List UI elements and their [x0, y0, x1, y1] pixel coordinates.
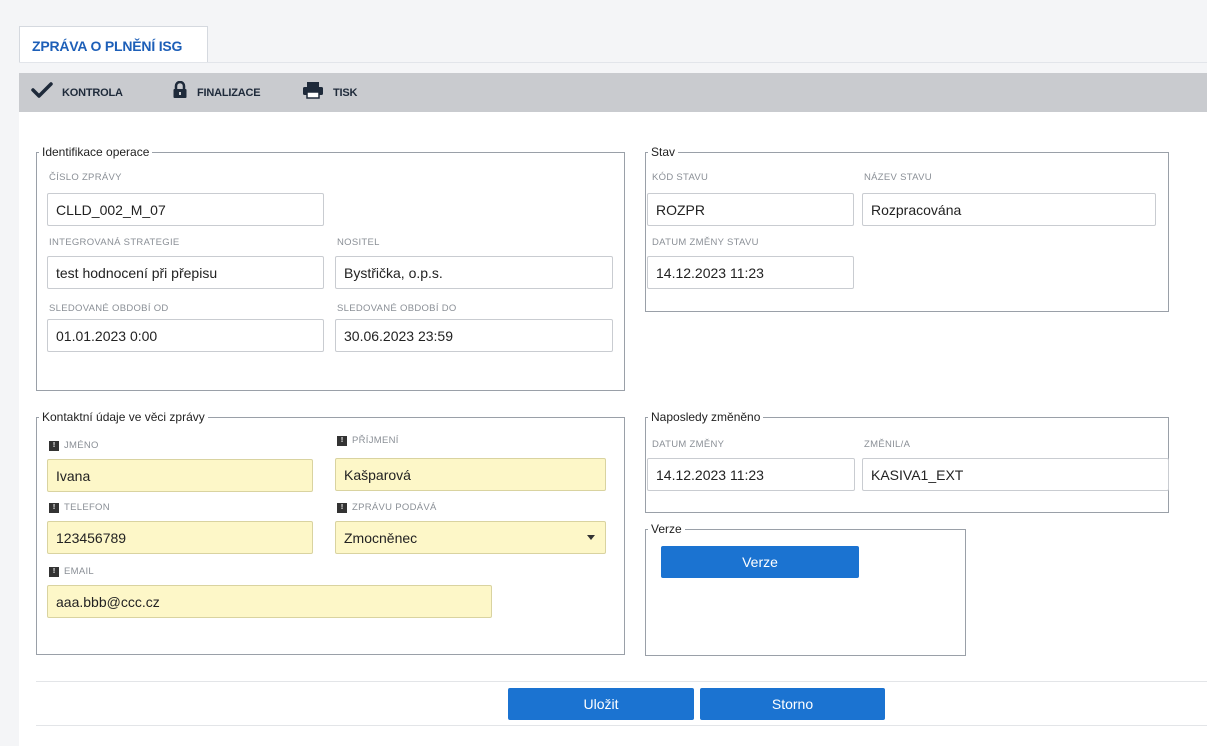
datum-zmeny-field[interactable]: 14.12.2023 11:23 [647, 458, 855, 491]
cislo-zpravy-field[interactable]: CLLD_002_M_07 [47, 193, 324, 226]
email-input[interactable]: aaa.bbb@ccc.cz [47, 585, 492, 618]
datum-zmeny-label: DATUM ZMĚNY [652, 439, 725, 450]
strategie-field[interactable]: test hodnocení při přepisu [47, 256, 324, 289]
nositel-field[interactable]: Bystřička, o.p.s. [335, 256, 613, 289]
datum-zmeny-stavu-label: DATUM ZMĚNY STAVU [652, 237, 759, 248]
required-icon: ! [337, 435, 347, 446]
tab-title: ZPRÁVA O PLNĚNÍ ISG [32, 38, 183, 54]
stav-legend: Stav [651, 145, 676, 159]
nositel-label: NOSITEL [337, 237, 380, 248]
zpravu-podava-value: Zmocněnec [344, 529, 418, 546]
finalizace-button[interactable]: FINALIZACE [172, 73, 261, 112]
email-label: ! EMAIL [49, 566, 94, 577]
obdobi-do-label: SLEDOVANÉ OBDOBÍ DO [337, 303, 457, 314]
required-icon: ! [49, 440, 59, 451]
obdobi-od-label: SLEDOVANÉ OBDOBÍ OD [49, 303, 169, 314]
prijmeni-input[interactable]: Kašparová [335, 458, 606, 491]
cancel-button[interactable]: Storno [700, 688, 885, 720]
zmenil-label: ZMĚNIL/A [864, 439, 911, 450]
kod-stavu-field[interactable]: ROZPR [647, 193, 854, 226]
nazev-stavu-field[interactable]: Rozpracována [862, 193, 1156, 226]
tisk-button[interactable]: TISK [302, 73, 357, 112]
tisk-label: TISK [333, 86, 358, 99]
jmeno-input[interactable]: Ivana [47, 459, 313, 492]
obdobi-od-field[interactable]: 01.01.2023 0:00 [47, 319, 324, 352]
telefon-input[interactable]: 123456789 [47, 521, 313, 554]
tab-divider [19, 62, 1207, 63]
zpravu-podava-label: ! ZPRÁVU PODÁVÁ [337, 502, 437, 513]
zmenil-field[interactable]: KASIVA1_EXT [862, 458, 1169, 491]
lock-icon [172, 80, 188, 104]
footer-divider-top [36, 681, 1207, 682]
kontrola-button[interactable]: KONTROLA [31, 73, 123, 112]
obdobi-do-field[interactable]: 30.06.2023 23:59 [335, 319, 613, 352]
strategie-label: INTEGROVANÁ STRATEGIE [49, 237, 180, 248]
save-button[interactable]: Uložit [508, 688, 694, 720]
nazev-stavu-label: NÁZEV STAVU [864, 172, 932, 183]
tab-zprava-o-plneni[interactable]: ZPRÁVA O PLNĚNÍ ISG [19, 26, 208, 63]
telefon-label: ! TELEFON [49, 502, 110, 513]
zpravu-podava-select[interactable]: Zmocněnec [335, 521, 606, 554]
kontakt-legend: Kontaktní údaje ve věci zprávy [42, 410, 205, 424]
prijmeni-label: ! PŘÍJMENÍ [337, 435, 399, 446]
required-icon: ! [49, 502, 59, 513]
finalizace-label: FINALIZACE [197, 86, 261, 99]
datum-zmeny-stavu-field[interactable]: 14.12.2023 11:23 [647, 256, 854, 289]
kod-stavu-label: KÓD STAVU [652, 172, 709, 183]
required-icon: ! [49, 566, 59, 577]
printer-icon [302, 81, 324, 104]
zmeneno-legend: Naposledy změněno [651, 410, 761, 424]
kontrola-label: KONTROLA [62, 86, 123, 99]
verze-button[interactable]: Verze [661, 546, 859, 578]
jmeno-label: ! JMÉNO [49, 440, 99, 451]
toolbar: KONTROLA FINALIZACE TISK [19, 73, 1207, 112]
verze-group: Verze [645, 522, 966, 656]
checkmark-icon [31, 82, 53, 103]
cislo-zpravy-label: ČÍSLO ZPRÁVY [49, 172, 122, 183]
footer-divider-bottom [36, 725, 1207, 726]
verze-legend: Verze [651, 522, 682, 536]
required-icon: ! [337, 502, 347, 513]
chevron-down-icon [587, 535, 595, 540]
identifikace-legend: Identifikace operace [42, 145, 150, 159]
